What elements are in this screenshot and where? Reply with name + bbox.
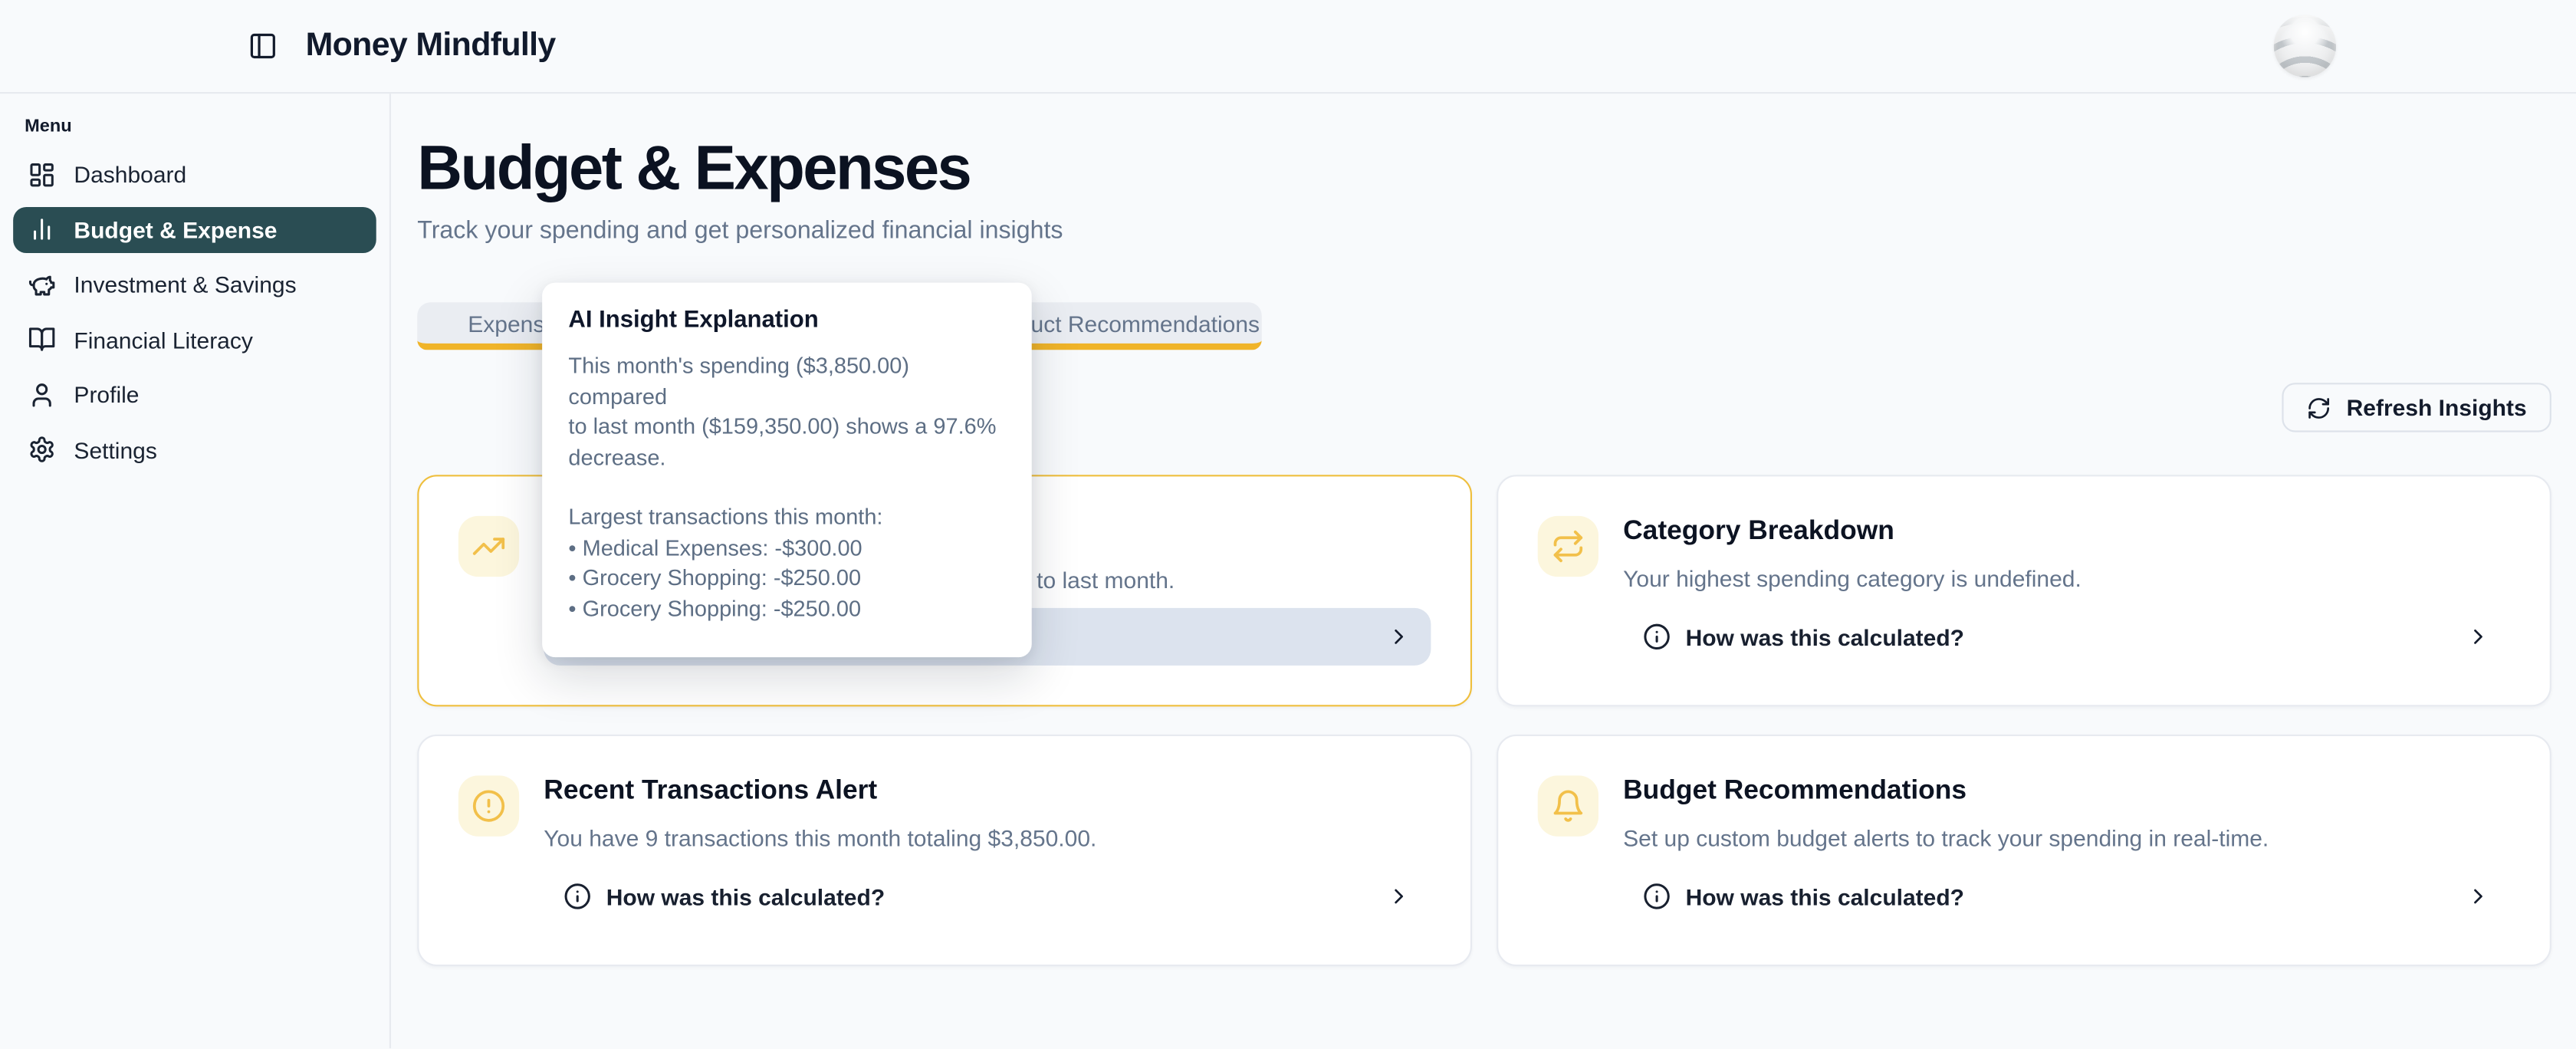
sidebar-item-label: Budget & Expense (74, 216, 277, 242)
sidebar-item-label: Dashboard (74, 161, 186, 187)
card-description: You have 9 transactions this month total… (544, 827, 1431, 851)
panel-left-icon (248, 31, 278, 61)
sidebar-item-label: Profile (74, 381, 139, 407)
how-calculated-row[interactable]: How was this calculated? (1623, 867, 2510, 925)
trending-up-icon (458, 516, 519, 577)
refresh-insights-button[interactable]: Refresh Insights (2282, 383, 2551, 432)
popup-title: AI Insight Explanation (568, 307, 1008, 334)
insight-card-budget-recommendations: Budget Recommendations Set up custom bud… (1497, 735, 2551, 966)
insight-card-recent-transactions: Recent Transactions Alert You have 9 tra… (417, 735, 1472, 966)
insight-card-category-breakdown: Category Breakdown Your highest spending… (1497, 475, 2551, 706)
card-description: Set up custom budget alerts to track you… (1623, 827, 2510, 851)
card-title: Recent Transactions Alert (544, 775, 1431, 805)
sidebar-item-dashboard[interactable]: Dashboard (13, 151, 376, 197)
app-header: Money Mindfully (0, 0, 2576, 94)
user-icon (28, 380, 55, 408)
card-content: Budget Recommendations Set up custom bud… (1623, 775, 2510, 925)
refresh-icon (2307, 395, 2331, 419)
chevron-right-icon (1387, 884, 1411, 909)
popup-list-item: • Grocery Shopping: -$250.00 (568, 564, 1008, 594)
sidebar-item-financial-literacy[interactable]: Financial Literacy (13, 317, 376, 363)
layout-dashboard-icon (28, 160, 55, 188)
sidebar: Menu Dashboard Budget & Expense Investme… (0, 94, 391, 1049)
sidebar-section-label: Menu (25, 117, 376, 136)
how-calculated-label: How was this calculated? (1686, 883, 1964, 909)
user-avatar[interactable] (2274, 15, 2336, 77)
sidebar-item-label: Financial Literacy (74, 326, 252, 352)
sidebar-item-label: Settings (74, 436, 156, 462)
how-calculated-row[interactable]: How was this calculated? (1623, 608, 2510, 666)
how-calculated-row[interactable]: How was this calculated? (544, 867, 1431, 925)
chevron-right-icon (1387, 624, 1411, 649)
info-icon (564, 883, 591, 910)
page-title: Budget & Expenses (417, 136, 2551, 202)
sidebar-item-investment-savings[interactable]: Investment & Savings (13, 261, 376, 307)
popup-list-heading: Largest transactions this month: (568, 503, 1008, 534)
piggy-bank-icon (28, 271, 55, 298)
sidebar-item-label: Investment & Savings (74, 271, 296, 298)
card-content: Category Breakdown Your highest spending… (1623, 516, 2510, 666)
book-open-icon (28, 325, 55, 353)
sidebar-item-profile[interactable]: Profile (13, 371, 376, 417)
chevron-right-icon (2466, 884, 2490, 909)
card-title: Budget Recommendations (1623, 775, 2510, 805)
popup-list-item: • Medical Expenses: -$300.00 (568, 533, 1008, 564)
bar-chart-icon (28, 215, 55, 243)
card-title: Category Breakdown (1623, 516, 2510, 546)
info-icon (1643, 883, 1671, 910)
sidebar-nav: Dashboard Budget & Expense Investment & … (13, 151, 376, 472)
info-icon (1643, 623, 1671, 650)
refresh-button-label: Refresh Insights (2347, 394, 2527, 420)
gear-icon (28, 436, 55, 463)
sidebar-item-budget-expense[interactable]: Budget & Expense (13, 206, 376, 252)
popup-list-item: • Grocery Shopping: -$250.00 (568, 594, 1008, 625)
popup-transactions-list: Largest transactions this month: • Medic… (568, 503, 1008, 625)
card-content: Recent Transactions Alert You have 9 tra… (544, 775, 1431, 925)
card-description-visible-fragment: to last month. (1037, 568, 1175, 593)
app-title: Money Mindfully (306, 27, 556, 64)
card-description: Your highest spending category is undefi… (1623, 567, 2510, 591)
sidebar-toggle-button[interactable] (245, 28, 281, 64)
page-subtitle: Track your spending and get personalized… (417, 217, 2551, 245)
popup-body-text: This month's spending ($3,850.00) compar… (568, 352, 1008, 474)
chevron-right-icon (2466, 624, 2490, 649)
alert-circle-icon (458, 775, 519, 836)
how-calculated-label: How was this calculated? (1686, 623, 1964, 649)
sidebar-item-settings[interactable]: Settings (13, 426, 376, 472)
bell-icon (1538, 775, 1598, 836)
ai-insight-explanation-popup: AI Insight Explanation This month's spen… (542, 283, 1032, 658)
app-root: Money Mindfully Menu Dashboard Budget & … (0, 0, 2576, 1049)
repeat-icon (1538, 516, 1598, 577)
how-calculated-label: How was this calculated? (606, 883, 885, 909)
